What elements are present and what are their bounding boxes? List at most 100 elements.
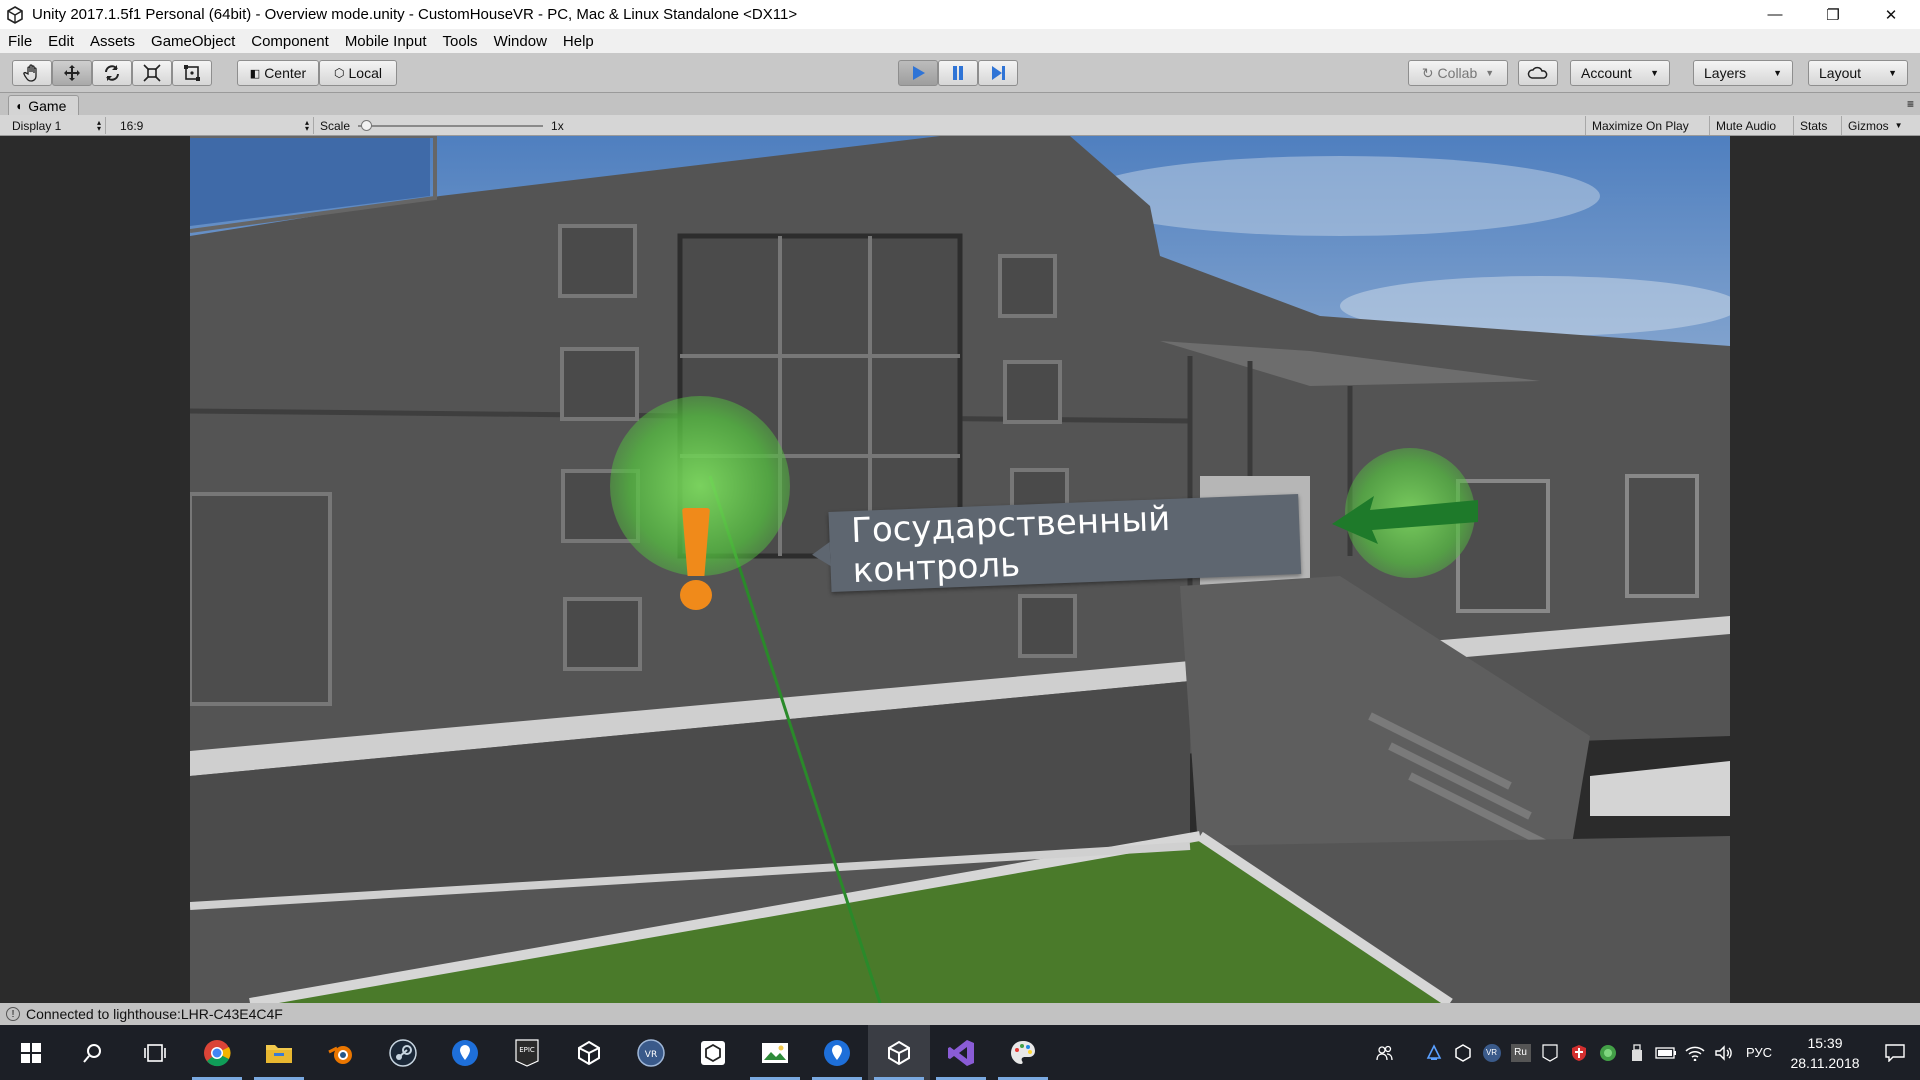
scale-slider[interactable]	[358, 117, 544, 134]
stats-toggle[interactable]: Stats	[1793, 116, 1841, 135]
vr-headset-tray-icon[interactable]	[1419, 1043, 1448, 1062]
mute-audio-toggle[interactable]: Mute Audio	[1709, 116, 1793, 135]
pivot-center-button[interactable]: ◧ Center	[237, 60, 319, 86]
search-button[interactable]	[62, 1025, 124, 1080]
hand-tool-button[interactable]	[12, 60, 52, 86]
menu-help[interactable]: Help	[555, 33, 602, 50]
taskbar-chrome[interactable]	[186, 1025, 248, 1080]
layout-dropdown[interactable]: Layout ▼	[1808, 60, 1908, 86]
taskbar-unity-hub[interactable]	[558, 1025, 620, 1080]
gizmos-dropdown[interactable]: Gizmos ▼	[1841, 116, 1920, 135]
green-arrow-icon[interactable]	[1330, 486, 1480, 546]
move-tool-button[interactable]	[52, 60, 92, 86]
restore-button[interactable]: ❐	[1804, 0, 1862, 29]
cloud-button[interactable]	[1518, 60, 1558, 86]
exclamation-marker-icon[interactable]	[678, 508, 714, 610]
pivot-local-button[interactable]: ⬡ Local	[319, 60, 397, 86]
editor-tab-bar: ◖ Game ≡	[0, 93, 1920, 115]
rect-tool-button[interactable]	[172, 60, 212, 86]
start-button[interactable]	[0, 1025, 62, 1080]
vr-tray-label: VR	[1482, 1043, 1501, 1062]
keyboard-ru-tray-icon[interactable]: Ru	[1506, 1043, 1535, 1062]
paint-palette-icon	[1011, 1040, 1035, 1064]
play-button[interactable]	[898, 60, 938, 86]
tab-menu-icon[interactable]: ≡	[1907, 97, 1914, 111]
taskbar-visual-studio[interactable]	[930, 1025, 992, 1080]
account-dropdown[interactable]: Account ▼	[1570, 60, 1670, 86]
windows-taskbar: EPIC VR VR Ru РУС 15:39 28.11.2018	[0, 1025, 1920, 1080]
taskbar-maps-2[interactable]	[806, 1025, 868, 1080]
dropdown-arrow-icon: ▼	[1773, 68, 1782, 78]
window-title: Unity 2017.1.5f1 Personal (64bit) - Over…	[32, 6, 798, 23]
notification-center-button[interactable]	[1870, 1043, 1920, 1062]
cloud-icon	[1527, 66, 1548, 79]
taskbar-unity-editor[interactable]	[868, 1025, 930, 1080]
display-select[interactable]: Display 1 ▴ ▾	[6, 117, 106, 134]
menu-window[interactable]: Window	[486, 33, 555, 50]
shield-tray-icon[interactable]	[1564, 1044, 1593, 1062]
taskbar-paint[interactable]	[992, 1025, 1054, 1080]
vr-tray-icon[interactable]: VR	[1477, 1043, 1506, 1062]
taskbar-maps[interactable]	[434, 1025, 496, 1080]
unity-tray-icon[interactable]	[1448, 1043, 1477, 1062]
scale-slider-thumb[interactable]	[361, 120, 373, 131]
taskbar-steam[interactable]	[372, 1025, 434, 1080]
menu-tools[interactable]: Tools	[435, 33, 486, 50]
menu-component[interactable]: Component	[243, 33, 337, 50]
aspect-select[interactable]: 16:9 ▴ ▾	[114, 117, 314, 134]
menu-assets[interactable]: Assets	[82, 33, 143, 50]
windows-logo-icon	[21, 1042, 41, 1063]
menu-edit[interactable]: Edit	[40, 33, 82, 50]
vr-icon: VR	[637, 1038, 665, 1067]
game-view-toolbar: Display 1 ▴ ▾ 16:9 ▴ ▾ Scale 1x Maximize O…	[0, 115, 1920, 136]
cube-icon: ⬡	[334, 66, 345, 80]
rotate-tool-button[interactable]	[92, 60, 132, 86]
taskbar-explorer[interactable]	[248, 1025, 310, 1080]
taskbar-unity-editor-2[interactable]	[682, 1025, 744, 1080]
taskbar-image-viewer[interactable]	[744, 1025, 806, 1080]
layers-dropdown[interactable]: Layers ▼	[1693, 60, 1793, 86]
maximize-on-play-toggle[interactable]: Maximize On Play	[1585, 116, 1709, 135]
people-icon[interactable]	[1370, 1044, 1399, 1062]
pause-button[interactable]	[938, 60, 978, 86]
game-controller-icon: ◖	[15, 98, 23, 113]
rect-transform-icon	[184, 65, 200, 81]
wifi-icon[interactable]	[1680, 1045, 1709, 1061]
task-view-button[interactable]	[124, 1025, 186, 1080]
status-bar: ! Connected to lighthouse:LHR-C43E4C4F	[0, 1003, 1920, 1025]
tab-game[interactable]: ◖ Game	[8, 95, 80, 115]
scale-tool-button[interactable]	[132, 60, 172, 86]
collab-dropdown[interactable]: ↻ Collab ▼	[1408, 60, 1508, 86]
status-text[interactable]: Connected to lighthouse:LHR-C43E4C4F	[26, 1006, 283, 1022]
window-titlebar: Unity 2017.1.5f1 Personal (64bit) - Over…	[0, 0, 1920, 29]
collab-refresh-icon: ↻	[1421, 64, 1434, 81]
volume-icon[interactable]	[1709, 1044, 1738, 1061]
game-viewport[interactable]: Государственный контроль	[0, 136, 1920, 1003]
input-language[interactable]: РУС	[1738, 1045, 1780, 1060]
menu-bar: File Edit Assets GameObject Component Mo…	[0, 29, 1920, 53]
updown-arrow-icon: ▴ ▾	[304, 117, 309, 133]
epic-tray-icon[interactable]	[1535, 1043, 1564, 1062]
game-scene-render: Государственный контроль	[190, 136, 1730, 1003]
taskbar-viveport[interactable]: VR	[620, 1025, 682, 1080]
taskbar-epic-games[interactable]: EPIC	[496, 1025, 558, 1080]
menu-file[interactable]: File	[0, 33, 40, 50]
menu-mobile-input[interactable]: Mobile Input	[337, 33, 435, 50]
unity-icon	[701, 1040, 725, 1065]
aspect-select-label: 16:9	[120, 118, 144, 133]
menu-gameobject[interactable]: GameObject	[143, 33, 243, 50]
pivot-icon: ◧	[249, 67, 261, 80]
taskbar-clock[interactable]: 15:39 28.11.2018	[1780, 1033, 1870, 1073]
minimize-button[interactable]: —	[1746, 0, 1804, 29]
dropdown-arrow-icon: ▼	[1888, 68, 1897, 78]
usb-drive-tray-icon[interactable]	[1622, 1043, 1651, 1062]
taskbar-blender[interactable]	[310, 1025, 372, 1080]
search-icon	[83, 1043, 101, 1063]
pivot-local-label: Local	[348, 65, 382, 81]
close-button[interactable]: ✕	[1862, 0, 1920, 29]
blender-icon	[328, 1045, 352, 1064]
step-button[interactable]	[978, 60, 1018, 86]
layout-label: Layout	[1819, 65, 1862, 81]
globe-tray-icon[interactable]	[1593, 1044, 1622, 1062]
battery-icon[interactable]	[1651, 1046, 1680, 1059]
